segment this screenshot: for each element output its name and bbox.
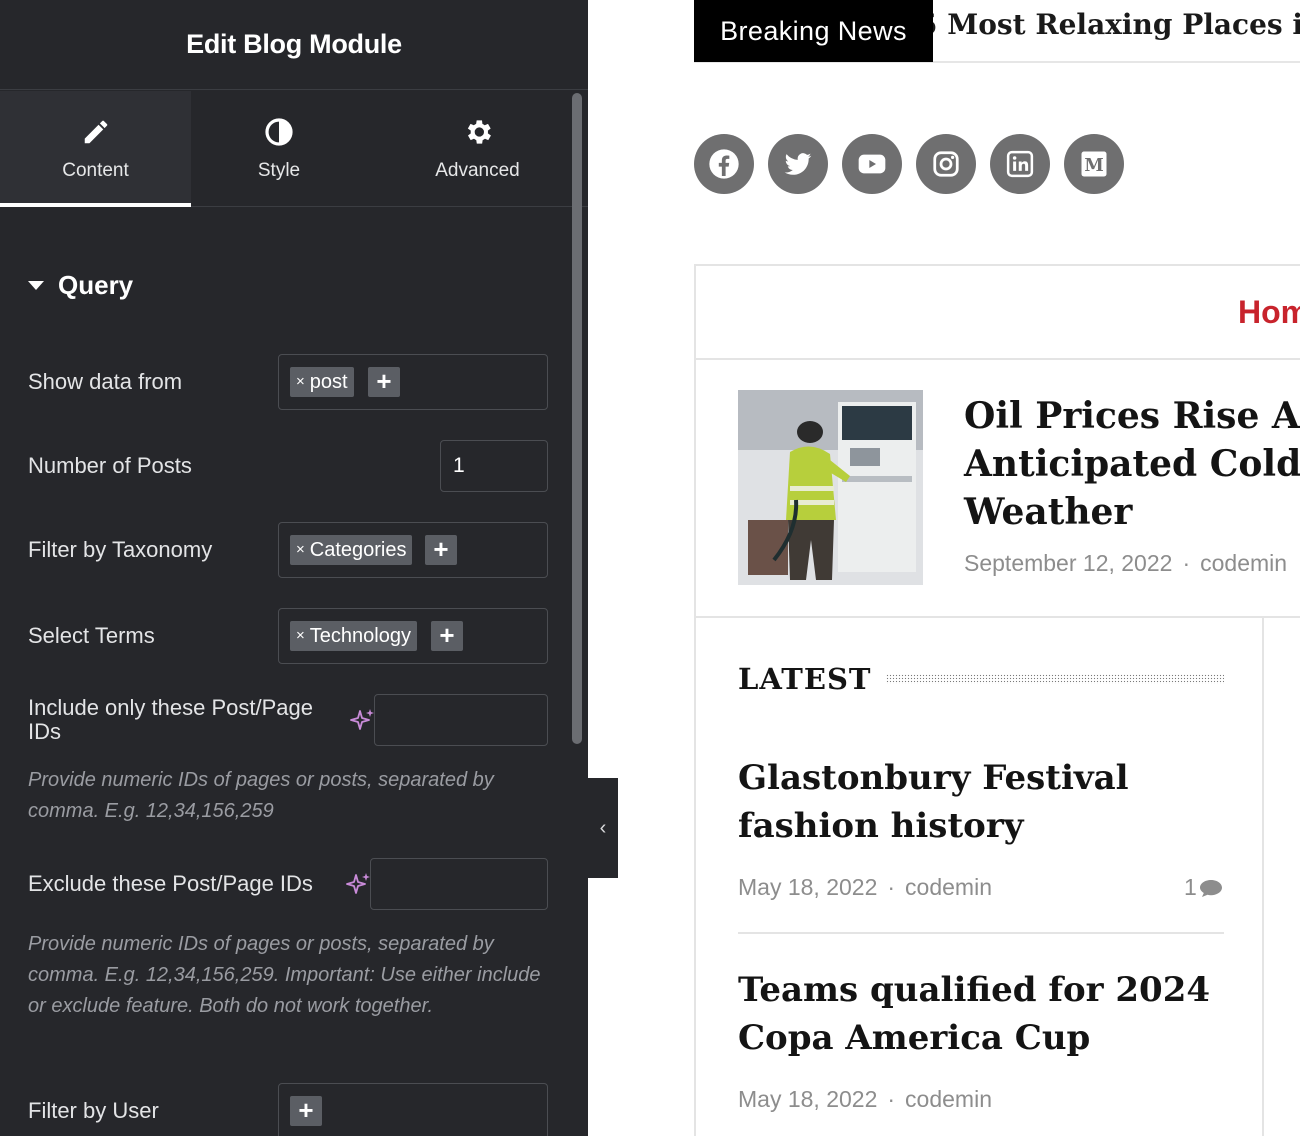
comment-count-value: 1 bbox=[1184, 874, 1197, 900]
meta-separator: · bbox=[887, 874, 896, 900]
caret-down-icon bbox=[28, 281, 44, 290]
include-ids-label: Include only these Post/Page IDs bbox=[28, 696, 313, 744]
title-line: Oil Prices Rise Amid bbox=[964, 395, 1300, 437]
add-user-button[interactable]: + bbox=[290, 1096, 322, 1126]
title-line: Glastonbury Festival bbox=[738, 758, 1129, 798]
tab-style-label: Style bbox=[257, 159, 301, 181]
comment-icon bbox=[1199, 879, 1222, 897]
chip-label: Technology bbox=[309, 625, 411, 647]
panel-scrollbar[interactable] bbox=[572, 93, 582, 744]
title-line: fashion history bbox=[738, 806, 1024, 846]
tab-advanced[interactable]: Advanced bbox=[367, 91, 588, 206]
post-divider bbox=[738, 932, 1224, 934]
add-taxonomy-button[interactable]: + bbox=[425, 535, 457, 565]
editor-panel: Edit Blog Module Content Style Advanced bbox=[0, 0, 588, 1136]
breaking-news-label: Breaking News bbox=[694, 0, 933, 62]
contrast-icon bbox=[263, 116, 295, 148]
svg-text:M: M bbox=[1084, 156, 1103, 176]
featured-post[interactable]: Oil Prices Rise Amid Anticipated Cold We… bbox=[694, 358, 1300, 618]
comment-count[interactable]: 1 bbox=[1184, 874, 1225, 901]
post-meta: May 18, 2022 · codemin bbox=[738, 1086, 992, 1113]
filter-user-select[interactable]: + bbox=[278, 1083, 548, 1136]
panel-header: Edit Blog Module bbox=[0, 0, 588, 90]
exclude-ids-input[interactable] bbox=[370, 858, 548, 910]
ai-sparkle-icon[interactable] bbox=[350, 707, 376, 733]
include-ids-label-line2: IDs bbox=[28, 719, 61, 744]
post-author[interactable]: codemin bbox=[905, 874, 992, 900]
gear-icon bbox=[462, 116, 494, 148]
chip-technology: × Technology bbox=[290, 621, 417, 651]
remove-chip-icon[interactable]: × bbox=[296, 621, 305, 651]
chip-label: Categories bbox=[309, 539, 407, 561]
tab-content[interactable]: Content bbox=[0, 91, 191, 207]
featured-post-title[interactable]: Oil Prices Rise Amid Anticipated Cold We… bbox=[964, 392, 1300, 536]
number-of-posts-value: 1 bbox=[453, 454, 465, 477]
post-date[interactable]: May 18, 2022 bbox=[738, 1086, 877, 1112]
heading-rule bbox=[886, 674, 1224, 684]
exclude-ids-help: Provide numeric IDs of pages or posts, s… bbox=[28, 933, 541, 1017]
meta-separator: · bbox=[1182, 550, 1191, 576]
include-ids-label-line1: Include only these Post/Page bbox=[28, 695, 313, 720]
title-line: Weather bbox=[964, 491, 1133, 533]
add-post-type-button[interactable]: + bbox=[368, 367, 400, 397]
title-line: Anticipated Cold bbox=[964, 443, 1300, 485]
editor-screen: Edit Blog Module Content Style Advanced bbox=[0, 0, 1300, 1136]
section-title: Query bbox=[58, 270, 134, 300]
select-terms-label: Select Terms bbox=[28, 623, 155, 648]
youtube-icon[interactable] bbox=[842, 134, 902, 194]
show-data-from-label: Show data from bbox=[28, 369, 183, 394]
ai-sparkle-icon[interactable] bbox=[346, 871, 372, 897]
panel-tabs: Content Style Advanced bbox=[0, 91, 588, 207]
pencil-icon bbox=[80, 116, 112, 148]
linkedin-icon[interactable] bbox=[990, 134, 1050, 194]
number-of-posts-label: Number of Posts bbox=[28, 453, 192, 478]
exclude-ids-label: Exclude these Post/Page IDs bbox=[28, 871, 313, 896]
post-title[interactable]: Glastonbury Festival fashion history bbox=[738, 754, 1238, 850]
ticker-headline[interactable]: 5 Most Relaxing Places in t bbox=[918, 8, 1300, 41]
post-author[interactable]: codemin bbox=[905, 1086, 992, 1112]
chip-label: post bbox=[309, 371, 348, 393]
latest-heading: LATEST bbox=[738, 662, 872, 696]
title-line: Teams qualified for 2024 bbox=[738, 970, 1211, 1010]
twitter-icon[interactable] bbox=[768, 134, 828, 194]
post-meta: May 18, 2022 · codemin bbox=[738, 874, 992, 901]
filter-taxonomy-label: Filter by Taxonomy bbox=[28, 537, 213, 562]
collapse-panel-button[interactable]: ‹ bbox=[588, 778, 618, 878]
number-of-posts-input[interactable]: 1 bbox=[440, 440, 548, 492]
medium-icon[interactable]: M bbox=[1064, 134, 1124, 194]
nav-menu: Hom bbox=[694, 264, 1300, 360]
instagram-icon[interactable] bbox=[916, 134, 976, 194]
show-data-from-select[interactable]: × post + bbox=[278, 354, 548, 410]
select-terms-select[interactable]: × Technology + bbox=[278, 608, 548, 664]
tab-style[interactable]: Style bbox=[191, 91, 367, 206]
latest-posts: LATEST Glastonbury Festival fashion hist… bbox=[694, 616, 1264, 1136]
featured-post-meta: September 12, 2022 · codemin bbox=[964, 550, 1287, 577]
featured-post-image[interactable] bbox=[738, 390, 923, 585]
query-section-toggle[interactable]: Query bbox=[28, 270, 133, 301]
tab-advanced-label: Advanced bbox=[435, 159, 520, 181]
remove-chip-icon[interactable]: × bbox=[296, 535, 305, 565]
include-ids-input[interactable] bbox=[374, 694, 548, 746]
filter-taxonomy-select[interactable]: × Categories + bbox=[278, 522, 548, 578]
post-date[interactable]: May 18, 2022 bbox=[738, 874, 877, 900]
chip-post: × post bbox=[290, 367, 354, 397]
facebook-icon[interactable] bbox=[694, 134, 754, 194]
post-title[interactable]: Teams qualified for 2024 Copa America Cu… bbox=[738, 966, 1238, 1062]
filter-user-label: Filter by User bbox=[28, 1098, 159, 1123]
chip-categories: × Categories bbox=[290, 535, 413, 565]
include-ids-help: Provide numeric IDs of pages or posts, s… bbox=[28, 769, 494, 822]
chevron-left-icon: ‹ bbox=[599, 816, 607, 839]
tab-content-label: Content bbox=[62, 159, 129, 181]
panel-title: Edit Blog Module bbox=[186, 29, 402, 59]
remove-chip-icon[interactable]: × bbox=[296, 367, 305, 397]
add-term-button[interactable]: + bbox=[431, 621, 463, 651]
post-author[interactable]: codemin bbox=[1200, 550, 1287, 576]
post-date[interactable]: September 12, 2022 bbox=[964, 550, 1172, 576]
page-preview: 5 Most Relaxing Places in t Breaking New… bbox=[618, 0, 1300, 1136]
meta-separator: · bbox=[887, 1086, 896, 1112]
nav-home-link[interactable]: Hom bbox=[1238, 294, 1300, 331]
title-line: Copa America Cup bbox=[738, 1018, 1091, 1058]
